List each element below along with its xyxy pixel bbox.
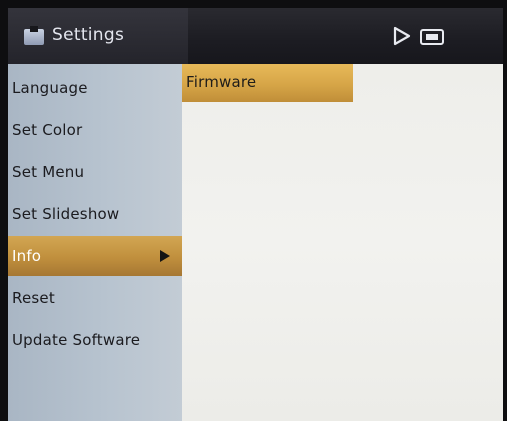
device-screen: Settings Language Set Color Set Menu Set… [8,8,503,421]
page-title: Settings [52,25,125,45]
submenu-item-firmware[interactable]: Firmware [182,64,353,102]
menu-item-label: Set Menu [12,163,85,181]
menu-item-set-menu[interactable]: Set Menu [8,152,182,192]
memory-card-icon [420,29,444,45]
play-icon [393,26,411,46]
menu-item-label: Info [12,247,42,265]
menu-item-label: Reset [12,289,55,307]
submenu-arrow-icon [160,250,170,262]
menu-item-label: Set Color [12,121,83,139]
menu-item-info[interactable]: Info [8,236,182,276]
settings-folder-icon [24,26,44,45]
menu-item-label: Update Software [12,331,141,349]
settings-menu: Language Set Color Set Menu Set Slidesho… [8,64,182,421]
menu-item-set-color[interactable]: Set Color [8,110,182,150]
title-area: Settings [8,8,188,64]
menu-item-label: Set Slideshow [12,205,120,223]
menu-item-reset[interactable]: Reset [8,278,182,318]
menu-item-set-slideshow[interactable]: Set Slideshow [8,194,182,234]
submenu-item-label: Firmware [186,73,257,91]
submenu-panel: Firmware [182,64,503,421]
menu-item-label: Language [12,79,88,97]
menu-item-language[interactable]: Language [8,68,182,108]
menu-item-update-software[interactable]: Update Software [8,320,182,360]
title-bar: Settings [8,8,503,64]
